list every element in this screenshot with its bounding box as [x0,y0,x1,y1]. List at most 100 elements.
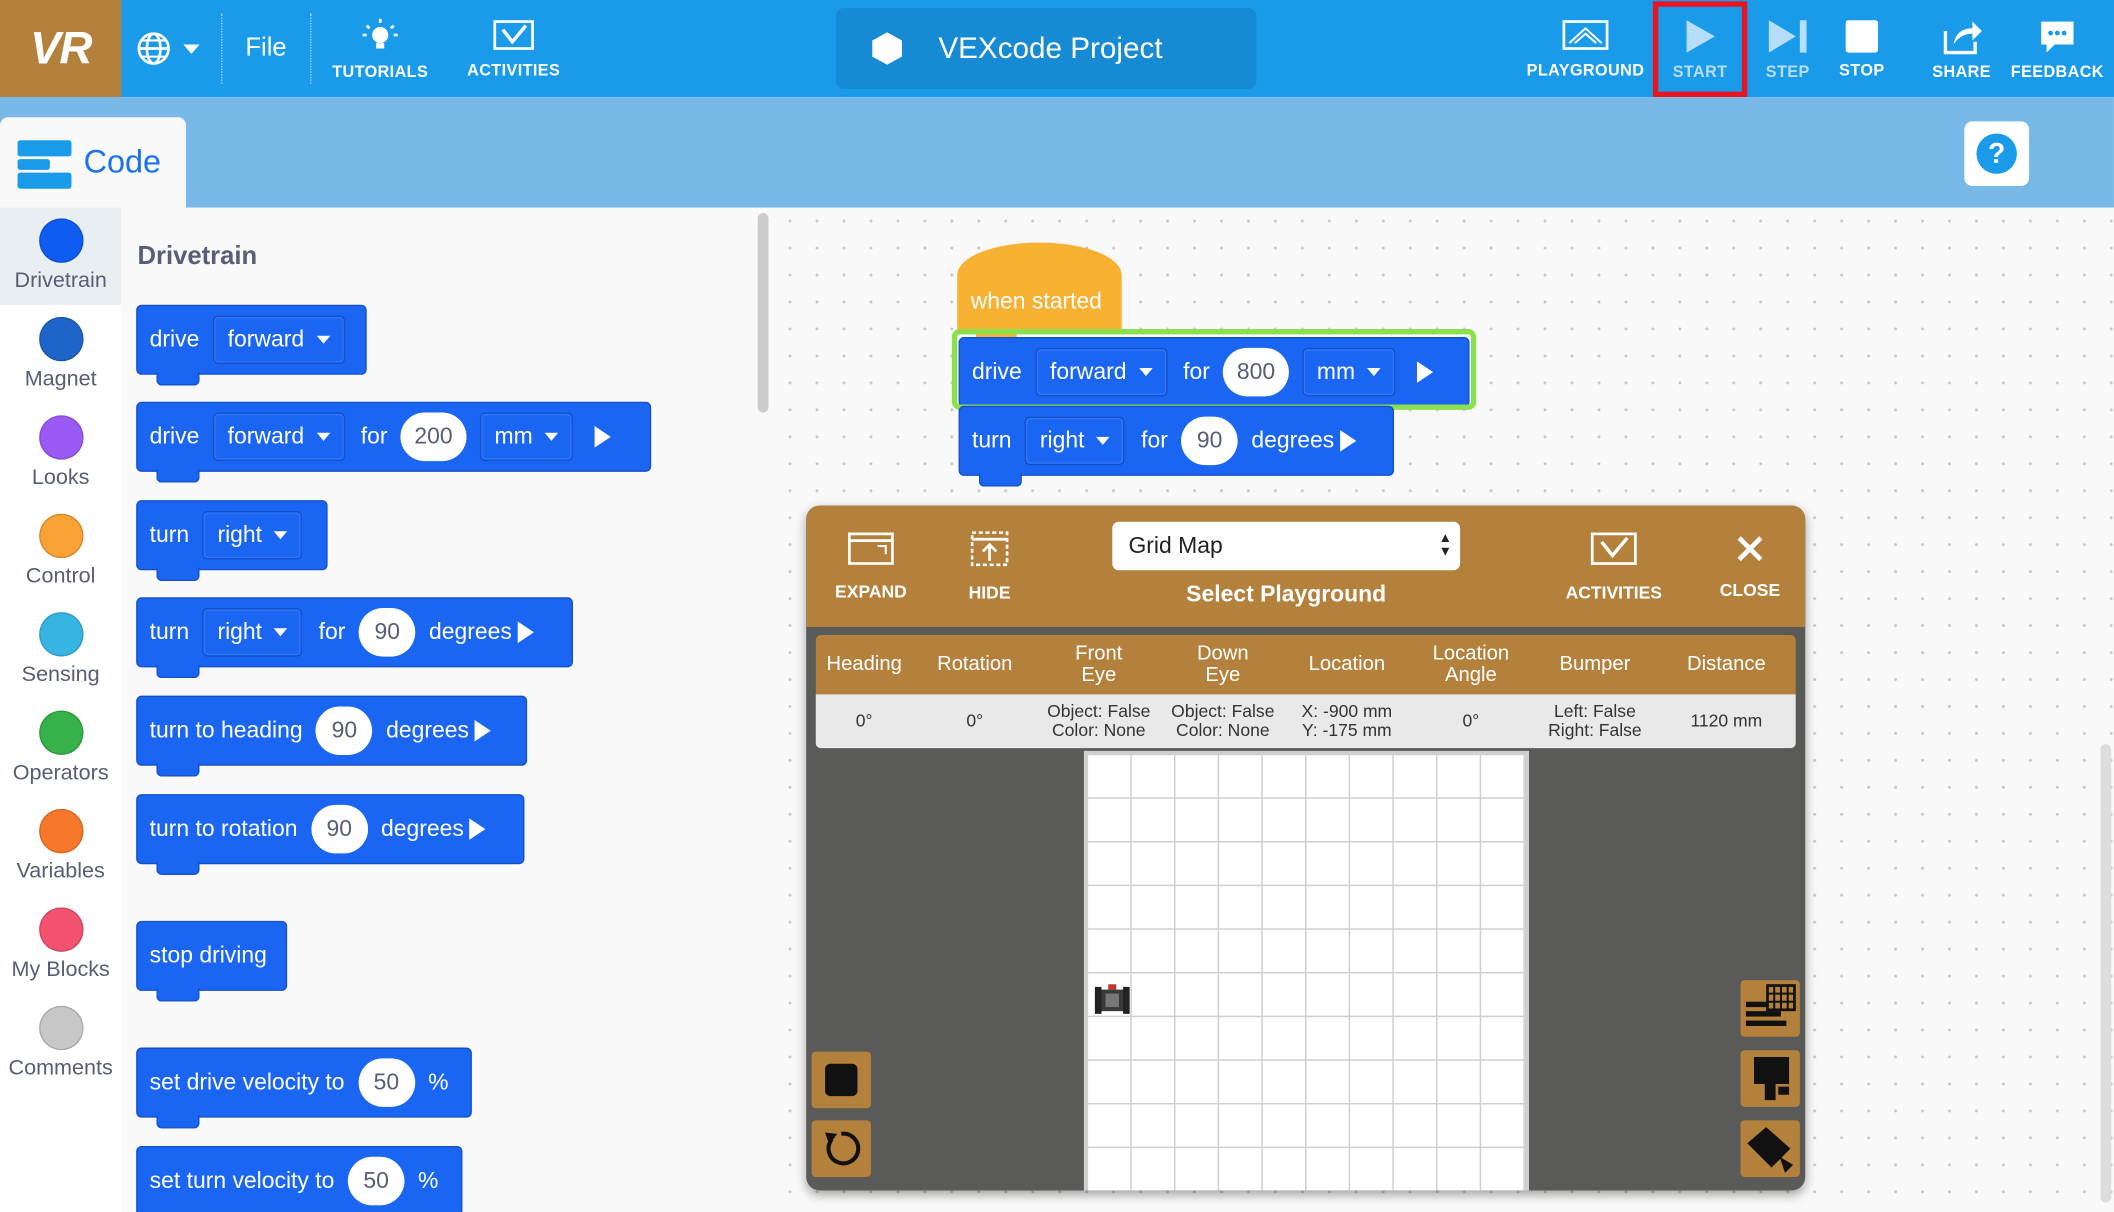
block-text: degrees [386,717,469,743]
sensor-header-cell: Down Eye [1196,642,1249,687]
block-turn-for[interactable]: turn right for 90 degrees [136,597,573,679]
category-variables[interactable]: Variables [0,798,121,895]
tab-code-label: Code [83,143,161,180]
step-icon [1768,19,1807,52]
dropdown-value: right [217,521,263,548]
category-list: Drivetrain Magnet Looks Control Sensing … [0,207,122,1212]
workspace-scrollbar[interactable] [2100,744,2112,1203]
stop-robot-button[interactable] [811,1051,871,1109]
category-magnet[interactable]: Magnet [0,306,121,403]
playground-icon [1562,19,1609,50]
workspace-turn-block[interactable]: turn right for 90 degrees [958,405,1395,487]
block-turn[interactable]: turn right [136,500,328,582]
category-label: Sensing [21,663,100,687]
direction-dropdown[interactable]: right [202,608,303,657]
category-control[interactable]: Control [0,503,121,600]
block-drive[interactable]: drive forward [136,304,367,386]
category-dot [38,808,83,854]
language-menu[interactable] [135,0,200,97]
category-looks[interactable]: Looks [0,404,121,501]
file-menu[interactable]: File [245,0,286,97]
category-dot [38,710,83,755]
category-my-blocks[interactable]: My Blocks [0,897,121,994]
grid-overlay-icon [1745,984,1796,1026]
play-icon [594,426,611,448]
block-text: set turn velocity to [149,1167,335,1194]
question-icon: ? [1976,133,2017,174]
category-label: Looks [31,466,90,490]
feedback-button[interactable]: FEEDBACK [2009,0,2106,97]
value-input[interactable]: 90 [310,804,368,854]
sensor-header-cell: Heading [826,652,902,676]
block-set-turn-velocity[interactable]: set turn velocity to 50 % [136,1145,463,1212]
sensor-value-cell: 0° [855,710,873,731]
category-operators[interactable]: Operators [0,700,121,797]
block-stop-driving[interactable]: stop driving [136,920,288,1002]
category-sensing[interactable]: Sensing [0,601,121,698]
help-button[interactable]: ? [1964,121,2030,187]
share-button[interactable]: SHARE [1928,0,1995,97]
hide-button[interactable]: HIDE [957,506,1022,627]
block-text: % [428,1069,449,1095]
sensor-value-cell: 0° [966,710,984,731]
value-input[interactable]: 90 [1181,416,1238,466]
block-drive-for[interactable]: drive forward for 200 mm [136,401,652,483]
reset-button[interactable] [811,1120,871,1177]
flyout-scrollbar[interactable] [757,213,769,413]
tab-code[interactable]: Code [0,117,187,208]
blocks-icon [17,139,72,189]
block-text: degrees [429,618,512,645]
sensor-table: Heading Rotation Front Eye Down Eye Location Lo… [815,635,1796,749]
camera-icon [1747,1127,1794,1173]
sensor-table-header: Heading Rotation Front Eye Down Eye Location Lo… [815,635,1796,695]
caret-icon [274,628,288,637]
value-input[interactable]: 50 [358,1058,415,1107]
dropdown-value: right [1039,427,1085,453]
caret-icon [316,432,330,441]
sensor-header-cell: Distance [1687,652,1766,676]
block-set-drive-velocity[interactable]: set drive velocity to 50 % [136,1047,472,1129]
block-turn-to-rotation[interactable]: turn to rotation 90 degrees [136,794,525,875]
direction-dropdown[interactable]: right [202,510,303,560]
unit-dropdown[interactable]: mm [479,412,574,462]
camera-angle-button[interactable] [1740,1120,1800,1177]
share-label: SHARE [1932,61,1991,81]
category-drivetrain[interactable]: Drivetrain [0,207,122,305]
project-name[interactable]: VEXcode Project [835,8,1257,89]
block-text: stop driving [149,942,267,969]
play-icon [517,621,534,644]
direction-dropdown[interactable]: forward [212,315,345,365]
stop-icon [1845,19,1879,52]
category-comments[interactable]: Comments [0,995,121,1092]
value-input[interactable]: 90 [358,608,416,657]
playground-select[interactable]: Grid Map ▲ ▼ [1112,521,1461,571]
grid-map-field[interactable] [1083,750,1529,1191]
toggle-grid-button[interactable] [1740,980,1800,1037]
value-input[interactable]: 200 [400,412,467,462]
playground-button[interactable]: PLAYGROUND [1523,0,1647,97]
tutorials-button[interactable]: TUTORIALS [329,0,431,97]
close-button[interactable]: CLOSE [1715,506,1785,627]
camera-view-button[interactable] [1740,1050,1800,1107]
direction-dropdown[interactable]: forward [212,412,345,462]
sensor-table-row: 0° 0° Object: False Color: None Object: Fals… [815,694,1796,749]
direction-dropdown[interactable]: right [1025,416,1125,466]
step-button[interactable]: STEP [1755,0,1820,97]
playground-select-value: Grid Map [1128,532,1223,559]
playground-activities-button[interactable]: ACTIVITIES [1559,506,1670,627]
robot-icon [1094,984,1130,1014]
flyout-title: Drivetrain [137,242,258,271]
expand-button[interactable]: EXPAND [830,506,911,627]
step-label: STEP [1765,61,1810,81]
activities-button[interactable]: ACTIVITIES [461,0,566,97]
start-highlight [1652,1,1748,98]
stop-button[interactable]: STOP [1828,0,1895,97]
value-input[interactable]: 90 [316,706,373,755]
value-input[interactable]: 50 [347,1156,405,1206]
block-turn-to-heading[interactable]: turn to heading 90 degrees [136,695,528,777]
category-dot [38,1005,83,1051]
select-playground-label: Select Playground [1186,581,1387,607]
when-started-block[interactable]: when started [957,242,1122,344]
stop-label: STOP [1839,59,1885,79]
sensor-value-cell: 1120 mm [1690,710,1763,731]
